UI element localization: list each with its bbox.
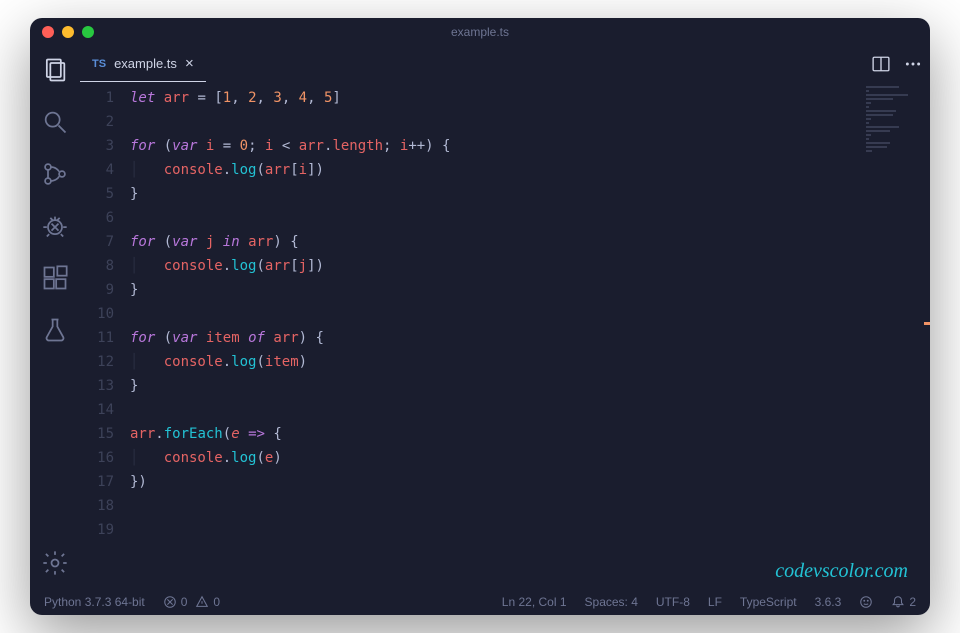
window-title: example.ts [451,25,509,39]
code-line [130,518,930,542]
line-number: 12 [80,350,114,374]
main-area: TS example.ts × 123456789101112131415161… [30,46,930,589]
tab-example-ts[interactable]: TS example.ts × [80,46,206,82]
line-number: 2 [80,110,114,134]
code-line: }) [130,470,930,494]
minimize-window-button[interactable] [62,26,74,38]
more-actions-icon[interactable] [904,55,922,73]
error-count: 0 [181,595,188,609]
line-number: 1 [80,86,114,110]
overview-ruler-marker [924,322,930,325]
explorer-icon[interactable] [41,56,69,84]
titlebar: example.ts [30,18,930,46]
status-spaces[interactable]: Spaces: 4 [585,595,638,609]
notification-count: 2 [909,595,916,609]
editor-group: TS example.ts × 123456789101112131415161… [80,46,930,589]
editor-body[interactable]: 12345678910111213141516171819 let arr = … [80,82,930,589]
warning-count: 0 [213,595,220,609]
code-line: } [130,182,930,206]
code-line [130,398,930,422]
code-line: for (var j in arr) { [130,230,930,254]
status-feedback-icon[interactable] [859,595,873,609]
line-number: 19 [80,518,114,542]
minimap[interactable] [866,86,926,166]
code-line: │ console.log(arr[i]) [130,158,930,182]
search-icon[interactable] [41,108,69,136]
editor-window: example.ts [30,18,930,615]
status-language[interactable]: TypeScript [740,595,797,609]
status-problems[interactable]: 0 0 [163,595,220,609]
code-line: for (var i = 0; i < arr.length; i++) { [130,134,930,158]
status-python[interactable]: Python 3.7.3 64-bit [44,595,145,609]
line-number: 5 [80,182,114,206]
maximize-window-button[interactable] [82,26,94,38]
code-line: arr.forEach(e => { [130,422,930,446]
close-window-button[interactable] [42,26,54,38]
status-version[interactable]: 3.6.3 [815,595,842,609]
line-number: 16 [80,446,114,470]
status-eol[interactable]: LF [708,595,722,609]
debug-icon[interactable] [41,212,69,240]
tab-close-icon[interactable]: × [185,55,194,72]
tab-row: TS example.ts × [80,46,930,82]
line-number: 3 [80,134,114,158]
code-line: for (var item of arr) { [130,326,930,350]
traffic-lights [42,26,94,38]
line-number: 11 [80,326,114,350]
code-line [130,302,930,326]
line-number: 14 [80,398,114,422]
line-number: 13 [80,374,114,398]
code-line: │ console.log(item) [130,350,930,374]
code-line: } [130,374,930,398]
watermark: codevscolor.com [775,560,908,583]
status-encoding[interactable]: UTF-8 [656,595,690,609]
test-icon[interactable] [41,316,69,344]
code-line [130,206,930,230]
line-number-gutter: 12345678910111213141516171819 [80,82,130,589]
code-line: } [130,278,930,302]
line-number: 17 [80,470,114,494]
status-cursor[interactable]: Ln 22, Col 1 [502,595,567,609]
typescript-file-icon: TS [92,58,106,70]
line-number: 4 [80,158,114,182]
code-line: let arr = [1, 2, 3, 4, 5] [130,86,930,110]
code-area[interactable]: let arr = [1, 2, 3, 4, 5] for (var i = 0… [130,82,930,589]
line-number: 18 [80,494,114,518]
line-number: 9 [80,278,114,302]
line-number: 8 [80,254,114,278]
tab-label: example.ts [114,56,177,71]
split-editor-icon[interactable] [872,55,890,73]
source-control-icon[interactable] [41,160,69,188]
line-number: 10 [80,302,114,326]
code-line: │ console.log(e) [130,446,930,470]
line-number: 6 [80,206,114,230]
extensions-icon[interactable] [41,264,69,292]
activity-bar [30,46,80,589]
code-line [130,494,930,518]
line-number: 7 [80,230,114,254]
code-line [130,110,930,134]
code-line: │ console.log(arr[j]) [130,254,930,278]
settings-gear-icon[interactable] [41,549,69,577]
status-notifications[interactable]: 2 [891,595,916,609]
statusbar: Python 3.7.3 64-bit 0 0 Ln 22, Col 1 Spa… [30,589,930,615]
line-number: 15 [80,422,114,446]
